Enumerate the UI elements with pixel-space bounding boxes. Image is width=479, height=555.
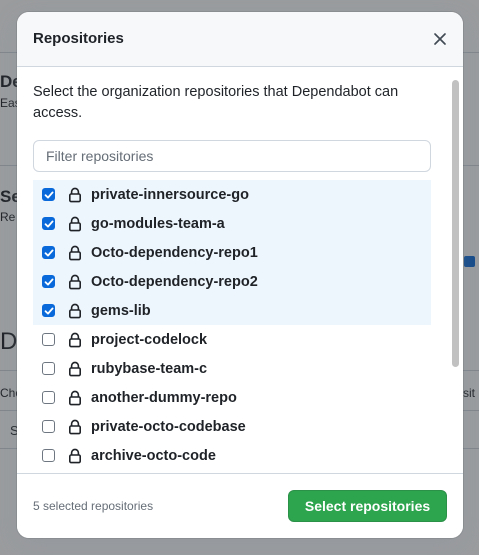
dialog-description: Select the organization repositories tha… (33, 84, 399, 121)
repository-row[interactable]: archive-octo-code (33, 441, 431, 470)
repository-checkbox[interactable] (42, 333, 55, 346)
repository-name: Octo-dependency-repo2 (91, 273, 258, 290)
repository-row[interactable]: another-dummy-repo (33, 383, 431, 412)
repository-name: private-octo-codebase (91, 418, 246, 435)
repository-row[interactable]: gems-lib (33, 296, 431, 325)
lock-icon (68, 361, 82, 377)
repository-name: Octo-dependency-repo1 (91, 244, 258, 261)
lock-icon (68, 448, 82, 464)
repository-row[interactable]: Octo-dependency-repo2 (33, 267, 431, 296)
scrollbar-thumb[interactable] (452, 80, 459, 367)
repository-row[interactable]: project-codelock (33, 325, 431, 354)
repository-name: archive-octo-code (91, 447, 216, 464)
repository-checkbox[interactable] (42, 391, 55, 404)
checkmark-icon (44, 191, 53, 198)
repository-row[interactable]: rubybase-team-c (33, 354, 431, 383)
repository-checkbox[interactable] (42, 275, 55, 288)
repository-list: private-innersource-go go-modules-team-a O… (33, 180, 431, 470)
checkmark-icon (44, 220, 53, 227)
lock-icon (68, 274, 82, 290)
repository-name: another-dummy-repo (91, 389, 237, 406)
dialog-body: Select the organization repositories tha… (17, 68, 463, 473)
repository-name: project-codelock (91, 331, 208, 348)
lock-icon (68, 245, 82, 261)
repository-checkbox[interactable] (42, 420, 55, 433)
close-icon (434, 33, 446, 45)
repository-checkbox[interactable] (42, 246, 55, 259)
select-repositories-button[interactable]: Select repositories (288, 490, 447, 522)
lock-icon (68, 419, 82, 435)
lock-icon (68, 390, 82, 406)
lock-icon (68, 187, 82, 203)
repository-name: gems-lib (91, 302, 151, 319)
repository-checkbox[interactable] (42, 362, 55, 375)
repository-checkbox[interactable] (42, 217, 55, 230)
selected-count: 5 selected repositories (33, 499, 154, 513)
repository-row[interactable]: private-octo-codebase (33, 412, 431, 441)
repository-name: private-innersource-go (91, 186, 249, 203)
dialog-footer: 5 selected repositories Select repositor… (17, 473, 463, 538)
lock-icon (68, 332, 82, 348)
dialog-title: Repositories (33, 30, 124, 47)
repository-row[interactable]: private-innersource-go (33, 180, 431, 209)
repository-name: rubybase-team-c (91, 360, 208, 377)
lock-icon (68, 303, 82, 319)
checkmark-icon (44, 278, 53, 285)
close-button[interactable] (427, 26, 453, 52)
repository-checkbox[interactable] (42, 304, 55, 317)
dialog-header: Repositories (17, 12, 463, 67)
filter-repositories-input[interactable] (33, 140, 431, 172)
repository-row[interactable]: Octo-dependency-repo1 (33, 238, 431, 267)
checkmark-icon (44, 249, 53, 256)
repositories-dialog: Repositories Select the organization rep… (17, 12, 463, 538)
repository-row[interactable]: go-modules-team-a (33, 209, 431, 238)
checkmark-icon (44, 307, 53, 314)
repository-checkbox[interactable] (42, 188, 55, 201)
lock-icon (68, 216, 82, 232)
repository-name: go-modules-team-a (91, 215, 225, 232)
repository-checkbox[interactable] (42, 449, 55, 462)
